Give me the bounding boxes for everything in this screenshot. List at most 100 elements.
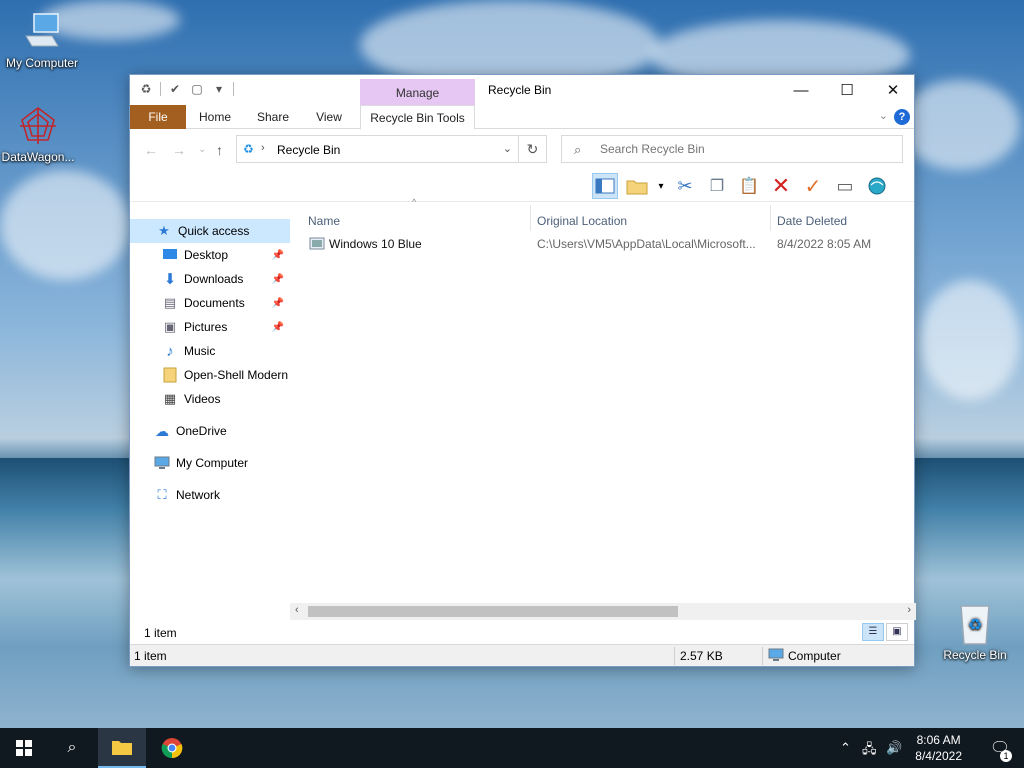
address-dropdown-icon[interactable]: ⌄	[503, 142, 512, 155]
nav-item-label: Videos	[184, 392, 221, 406]
nav-downloads[interactable]: ⬇ Downloads 📌	[130, 267, 290, 291]
cut-icon[interactable]: ✂	[672, 173, 698, 199]
empty-bin-globe-icon[interactable]	[864, 173, 890, 199]
column-header-original-location[interactable]: Original Location	[537, 209, 627, 233]
properties-icon[interactable]: ✔	[167, 81, 183, 97]
pin-icon: 📌	[271, 273, 284, 285]
nav-network[interactable]: ⛶ Network	[130, 483, 290, 507]
tab-home[interactable]: Home	[192, 105, 238, 129]
copy-icon[interactable]: ❐	[704, 173, 730, 199]
search-button[interactable]: ⌕	[48, 728, 96, 768]
nav-item-label: Quick access	[178, 224, 250, 238]
horizontal-scrollbar[interactable]: ‹ ›	[290, 603, 916, 620]
properties-card-icon[interactable]: ▭	[832, 173, 858, 199]
column-header-name[interactable]: Name	[308, 209, 340, 233]
address-path: Recycle Bin	[277, 143, 341, 157]
up-arrow-icon[interactable]: ↑	[216, 142, 223, 158]
tab-recycle-bin-tools[interactable]: Recycle Bin Tools	[360, 105, 475, 130]
navigation-pane-icon[interactable]	[592, 173, 618, 199]
customize-qat-icon[interactable]: ▾	[211, 81, 227, 97]
delete-icon[interactable]: ✕	[768, 173, 794, 199]
recent-locations-icon[interactable]: ⌄	[198, 144, 206, 155]
window-title: Recycle Bin	[488, 83, 552, 97]
nav-videos[interactable]: ▦ Videos	[130, 387, 290, 411]
table-row[interactable]: Windows 10 Blue C:\Users\VM5\AppData\Loc…	[300, 233, 916, 255]
desktop-icon-label: DataWagon...	[1, 150, 75, 164]
refresh-button[interactable]: ↻	[519, 135, 547, 163]
search-field[interactable]: ⌕	[561, 135, 903, 163]
nav-onedrive[interactable]: ☁ OneDrive	[130, 419, 290, 443]
breadcrumb-chevron-icon[interactable]: ›	[261, 142, 265, 154]
item-count: 1 item	[144, 626, 177, 640]
tab-share[interactable]: Share	[250, 105, 296, 129]
document-icon: ▤	[163, 295, 177, 310]
minimize-button[interactable]: —	[778, 75, 824, 105]
file-date-deleted: 8/4/2022 8:05 AM	[777, 237, 872, 251]
cloud-icon: ☁	[155, 422, 169, 439]
tab-view[interactable]: View	[306, 105, 352, 129]
star-icon: ★	[158, 223, 170, 238]
forward-arrow-icon[interactable]: →	[172, 142, 186, 158]
taskbar-clock[interactable]: 8:06 AM 8/4/2022	[915, 732, 962, 764]
folder-options-icon[interactable]	[624, 173, 650, 199]
column-divider[interactable]	[770, 205, 771, 231]
pin-icon: 📌	[271, 249, 284, 261]
tab-file[interactable]: File	[130, 105, 186, 129]
dropdown-arrow-icon[interactable]: ▾	[656, 173, 666, 199]
status-divider	[762, 647, 763, 665]
nav-music[interactable]: ♪ Music	[130, 339, 290, 363]
desktop-icon-label: Recycle Bin	[943, 648, 1007, 662]
volume-icon[interactable]: 🔊	[886, 740, 902, 756]
scrollbar-thumb[interactable]	[308, 606, 678, 617]
close-button[interactable]: ✕	[870, 75, 916, 105]
desktop-icon-recycle-bin[interactable]: ♻ Recycle Bin	[933, 600, 1017, 662]
file-list: ^ Name Original Location Date Deleted Wi…	[300, 197, 916, 603]
scroll-left-icon[interactable]: ‹	[295, 604, 299, 616]
clock-date: 8/4/2022	[915, 749, 962, 763]
nav-desktop[interactable]: Desktop 📌	[130, 243, 290, 267]
show-hidden-icons[interactable]: ⌃	[840, 740, 851, 756]
classic-toolbar: ▾ ✂ ❐ 📋 ✕ ✓ ▭	[592, 171, 890, 201]
datawagon-logo-icon	[20, 107, 56, 144]
status-items: 1 item	[134, 649, 167, 663]
nav-open-shell-modern[interactable]: Open-Shell Modern	[130, 363, 290, 387]
view-switcher: ☰ ▣	[862, 623, 908, 641]
details-view-icon[interactable]: ☰	[862, 623, 884, 641]
title-bar[interactable]: ♻ ✔ ▢ ▾ Manage Recycle Bin — ☐ ✕	[130, 75, 914, 105]
help-icon[interactable]: ?	[894, 109, 910, 125]
windows-logo-icon	[16, 740, 32, 756]
explorer-window: ♻ ✔ ▢ ▾ Manage Recycle Bin — ☐ ✕ File Ho…	[129, 74, 916, 667]
column-divider[interactable]	[530, 205, 531, 231]
search-icon: ⌕	[574, 142, 582, 157]
large-icons-view-icon[interactable]: ▣	[886, 623, 908, 641]
nav-quick-access[interactable]: ★ Quick access	[130, 219, 290, 243]
network-tray-icon[interactable]: 🖧	[862, 740, 877, 762]
notification-badge: 1	[1000, 750, 1012, 762]
nav-documents[interactable]: ▤ Documents 📌	[130, 291, 290, 315]
desktop-icon	[162, 247, 178, 263]
nav-pictures[interactable]: ▣ Pictures 📌	[130, 315, 290, 339]
action-center-button[interactable]: 🗨 1	[976, 728, 1024, 768]
search-input[interactable]	[600, 142, 880, 156]
back-arrow-icon[interactable]: ←	[144, 142, 158, 158]
taskbar-chrome[interactable]	[148, 728, 196, 768]
taskbar-file-explorer[interactable]	[98, 728, 146, 768]
desktop-icon-my-computer[interactable]: My Computer	[0, 10, 84, 70]
download-arrow-icon: ⬇	[163, 271, 177, 288]
column-header-date-deleted[interactable]: Date Deleted	[777, 209, 847, 233]
maximize-button[interactable]: ☐	[824, 75, 870, 105]
scroll-right-icon[interactable]: ›	[907, 604, 911, 616]
address-bar[interactable]: ♻ › Recycle Bin ⌄	[236, 135, 519, 163]
picture-icon: ▣	[163, 319, 177, 334]
paste-icon[interactable]: 📋	[736, 173, 762, 199]
nav-my-computer[interactable]: My Computer	[130, 451, 290, 475]
start-button[interactable]	[0, 728, 48, 768]
toolbar-divider	[130, 201, 914, 202]
new-folder-icon[interactable]: ▢	[189, 81, 205, 97]
manage-contextual-tab[interactable]: Manage	[360, 79, 475, 105]
expand-ribbon-icon[interactable]: ⌄	[879, 109, 888, 122]
restore-icon[interactable]: ✓	[800, 173, 826, 199]
desktop-icon-datawagon[interactable]: DataWagon...	[0, 104, 80, 164]
nav-item-label: Pictures	[184, 320, 228, 334]
nav-item-label: Desktop	[184, 248, 229, 262]
